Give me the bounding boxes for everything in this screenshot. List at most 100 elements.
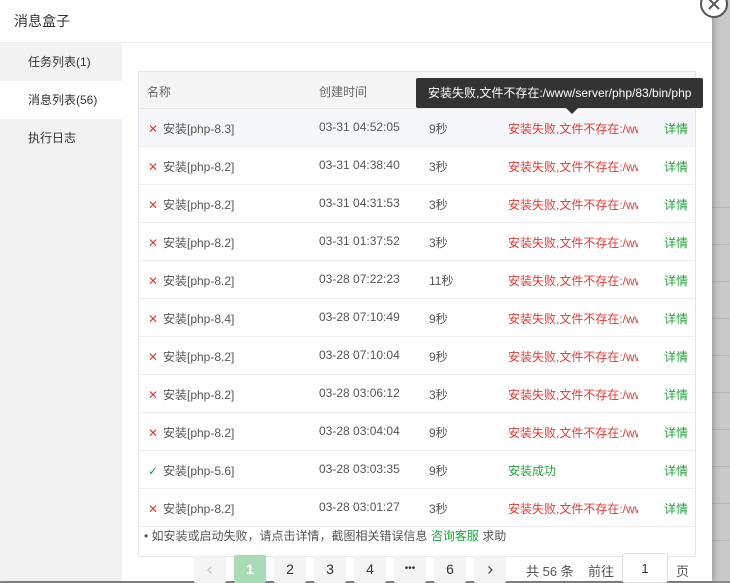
message-table: 名称 创建时间 ✕ 安装[php-8.3] 03-31 04:52:05 9秒 安装失败…: [138, 71, 696, 557]
cross-icon: ✕: [147, 312, 159, 326]
detail-link[interactable]: 详情: [664, 424, 688, 441]
duration: 9秒: [429, 464, 448, 478]
created-time: 03-28 07:22:23: [319, 272, 400, 286]
tooltip-arrow: [566, 108, 578, 114]
task-name-cell: ✕ 安装[php-8.2]: [147, 272, 234, 289]
task-name: 安装[php-8.2]: [163, 350, 235, 364]
duration: 9秒: [429, 350, 448, 364]
cross-icon: ✕: [147, 388, 159, 402]
contact-support-link[interactable]: 咨询客服: [431, 529, 479, 543]
detail-link[interactable]: 详情: [664, 234, 688, 251]
result-message[interactable]: 安装失败,文件不存在:/www/server/php/82/bin/php: [508, 196, 638, 213]
created-time: 03-31 04:31:53: [319, 196, 400, 210]
column-header-created: 创建时间: [319, 85, 368, 99]
duration: 9秒: [429, 312, 448, 326]
background-overlay: [712, 0, 730, 581]
created-time: 03-28 07:10:04: [319, 348, 400, 362]
result-message[interactable]: 安装失败,文件不存在:/www/server/php/82/bin/php: [508, 386, 638, 403]
cross-icon: ✕: [147, 160, 159, 174]
page-button-6[interactable]: 6: [434, 555, 466, 583]
sidebar-item-label: 消息列表(56): [28, 93, 98, 107]
sidebar-item-messages[interactable]: 消息列表(56): [0, 81, 122, 119]
task-name: 安装[php-8.2]: [163, 274, 235, 288]
task-name: 安装[php-8.2]: [163, 198, 235, 212]
detail-link[interactable]: 详情: [664, 462, 688, 479]
cross-icon: ✕: [147, 274, 159, 288]
goto-label: 前往: [588, 564, 615, 579]
result-message[interactable]: 安装失败,文件不存在:/www/server/php/82/bin/php: [508, 234, 638, 251]
task-name: 安装[php-8.2]: [163, 502, 235, 516]
detail-link[interactable]: 详情: [664, 158, 688, 175]
table-row: ✕ 安装[php-8.2] 03-28 03:06:12 3秒 安装失败,文件不存在:/…: [139, 375, 695, 413]
duration: 3秒: [429, 198, 448, 212]
result-message[interactable]: 安装失败,文件不存在:/www/server/php/82/bin/php: [508, 424, 638, 441]
task-name-cell: ✕ 安装[php-8.4]: [147, 310, 234, 327]
duration: 9秒: [429, 122, 448, 136]
help-note-text: 如安装或启动失败，请点击详情，截图相关错误信息: [151, 529, 428, 543]
result-message[interactable]: 安装失败,文件不存在:/www/server/php/82/bin/php: [508, 500, 638, 517]
detail-link[interactable]: 详情: [664, 348, 688, 365]
created-time: 03-28 03:01:27: [319, 500, 400, 514]
cross-icon: ✕: [147, 350, 159, 364]
duration: 3秒: [429, 502, 448, 516]
cross-icon: ✕: [147, 502, 159, 516]
task-name-cell: ✕ 安装[php-8.2]: [147, 234, 234, 251]
detail-link[interactable]: 详情: [664, 272, 688, 289]
task-name-cell: ✕ 安装[php-8.2]: [147, 196, 234, 213]
detail-link[interactable]: 详情: [664, 196, 688, 213]
table-row: ✕ 安装[php-8.2] 03-28 03:04:04 9秒 安装失败,文件不存在:/…: [139, 413, 695, 451]
result-message[interactable]: 安装失败,文件不存在:/www/server/php/82/bin/php: [508, 348, 638, 365]
task-name-cell: ✕ 安装[php-8.3]: [147, 120, 234, 137]
total-count: 共 56 条: [526, 564, 574, 579]
created-time: 03-31 04:38:40: [319, 158, 400, 172]
duration: 11秒: [429, 274, 454, 288]
result-message[interactable]: 安装失败,文件不存在:/www/server/php/84/bin/php: [508, 310, 638, 327]
task-name: 安装[php-8.2]: [163, 160, 235, 174]
detail-link[interactable]: 详情: [664, 120, 688, 137]
result-message[interactable]: 安装成功: [508, 462, 638, 479]
next-page-button[interactable]: [474, 555, 506, 583]
page-button-3[interactable]: 3: [314, 555, 346, 583]
task-name-cell: ✓ 安装[php-5.6]: [147, 462, 234, 479]
check-icon: ✓: [147, 464, 159, 478]
duration: 3秒: [429, 388, 448, 402]
task-name-cell: ✕ 安装[php-8.2]: [147, 348, 234, 365]
more-pages-button[interactable]: •••: [394, 555, 426, 583]
page-button-2[interactable]: 2: [274, 555, 306, 583]
sidebar-item-label: 执行日志: [28, 131, 77, 145]
result-message[interactable]: 安装失败,文件不存在:/www/server/php/82/bin/php: [508, 272, 638, 289]
page-unit-label: 页: [676, 564, 690, 579]
cross-icon: ✕: [147, 236, 159, 250]
page-button-1[interactable]: 1: [234, 555, 266, 583]
message-box-dialog: 消息盒子 任务列表(1) 消息列表(56) 执行日志 名称 创建时间 ✕ 安装[p…: [0, 0, 712, 583]
task-name: 安装[php-8.3]: [163, 122, 235, 136]
cross-icon: ✕: [147, 122, 159, 136]
sidebar-item-tasks[interactable]: 任务列表(1): [0, 43, 122, 81]
task-name-cell: ✕ 安装[php-8.2]: [147, 424, 234, 441]
created-time: 03-31 01:37:52: [319, 234, 400, 248]
goto-page-input[interactable]: [622, 553, 668, 583]
table-row: ✓ 安装[php-5.6] 03-28 03:03:35 9秒 安装成功 详情: [139, 451, 695, 489]
result-message[interactable]: 安装失败,文件不存在:/www/server/php/83/bin/php: [508, 120, 638, 137]
detail-link[interactable]: 详情: [664, 386, 688, 403]
tooltip-text: 安装失败,文件不存在:/www/server/php/83/bin/php: [428, 86, 692, 100]
table-row: ✕ 安装[php-8.2] 03-28 07:10:04 9秒 安装失败,文件不存在:/…: [139, 337, 695, 375]
table-row: ✕ 安装[php-8.2] 03-31 04:31:53 3秒 安装失败,文件不存在:/…: [139, 185, 695, 223]
duration: 9秒: [429, 426, 448, 440]
prev-page-button[interactable]: [194, 555, 226, 583]
result-message[interactable]: 安装失败,文件不存在:/www/server/php/82/bin/php: [508, 158, 638, 175]
table-body: ✕ 安装[php-8.3] 03-31 04:52:05 9秒 安装失败,文件不存在:/…: [139, 109, 695, 527]
chevron-right-icon: [488, 566, 493, 575]
help-note-suffix: 求助: [482, 529, 507, 543]
sidebar: 任务列表(1) 消息列表(56) 执行日志: [0, 43, 122, 581]
created-time: 03-28 03:03:35: [319, 462, 400, 476]
detail-link[interactable]: 详情: [664, 500, 688, 517]
error-tooltip: 安装失败,文件不存在:/www/server/php/83/bin/php: [416, 78, 704, 114]
page-button-4[interactable]: 4: [354, 555, 386, 583]
close-icon: [708, 0, 720, 10]
sidebar-item-logs[interactable]: 执行日志: [0, 119, 122, 157]
detail-link[interactable]: 详情: [664, 310, 688, 327]
created-time: 03-31 04:52:05: [319, 120, 400, 134]
task-name: 安装[php-8.2]: [163, 388, 235, 402]
task-name-cell: ✕ 安装[php-8.2]: [147, 500, 234, 517]
